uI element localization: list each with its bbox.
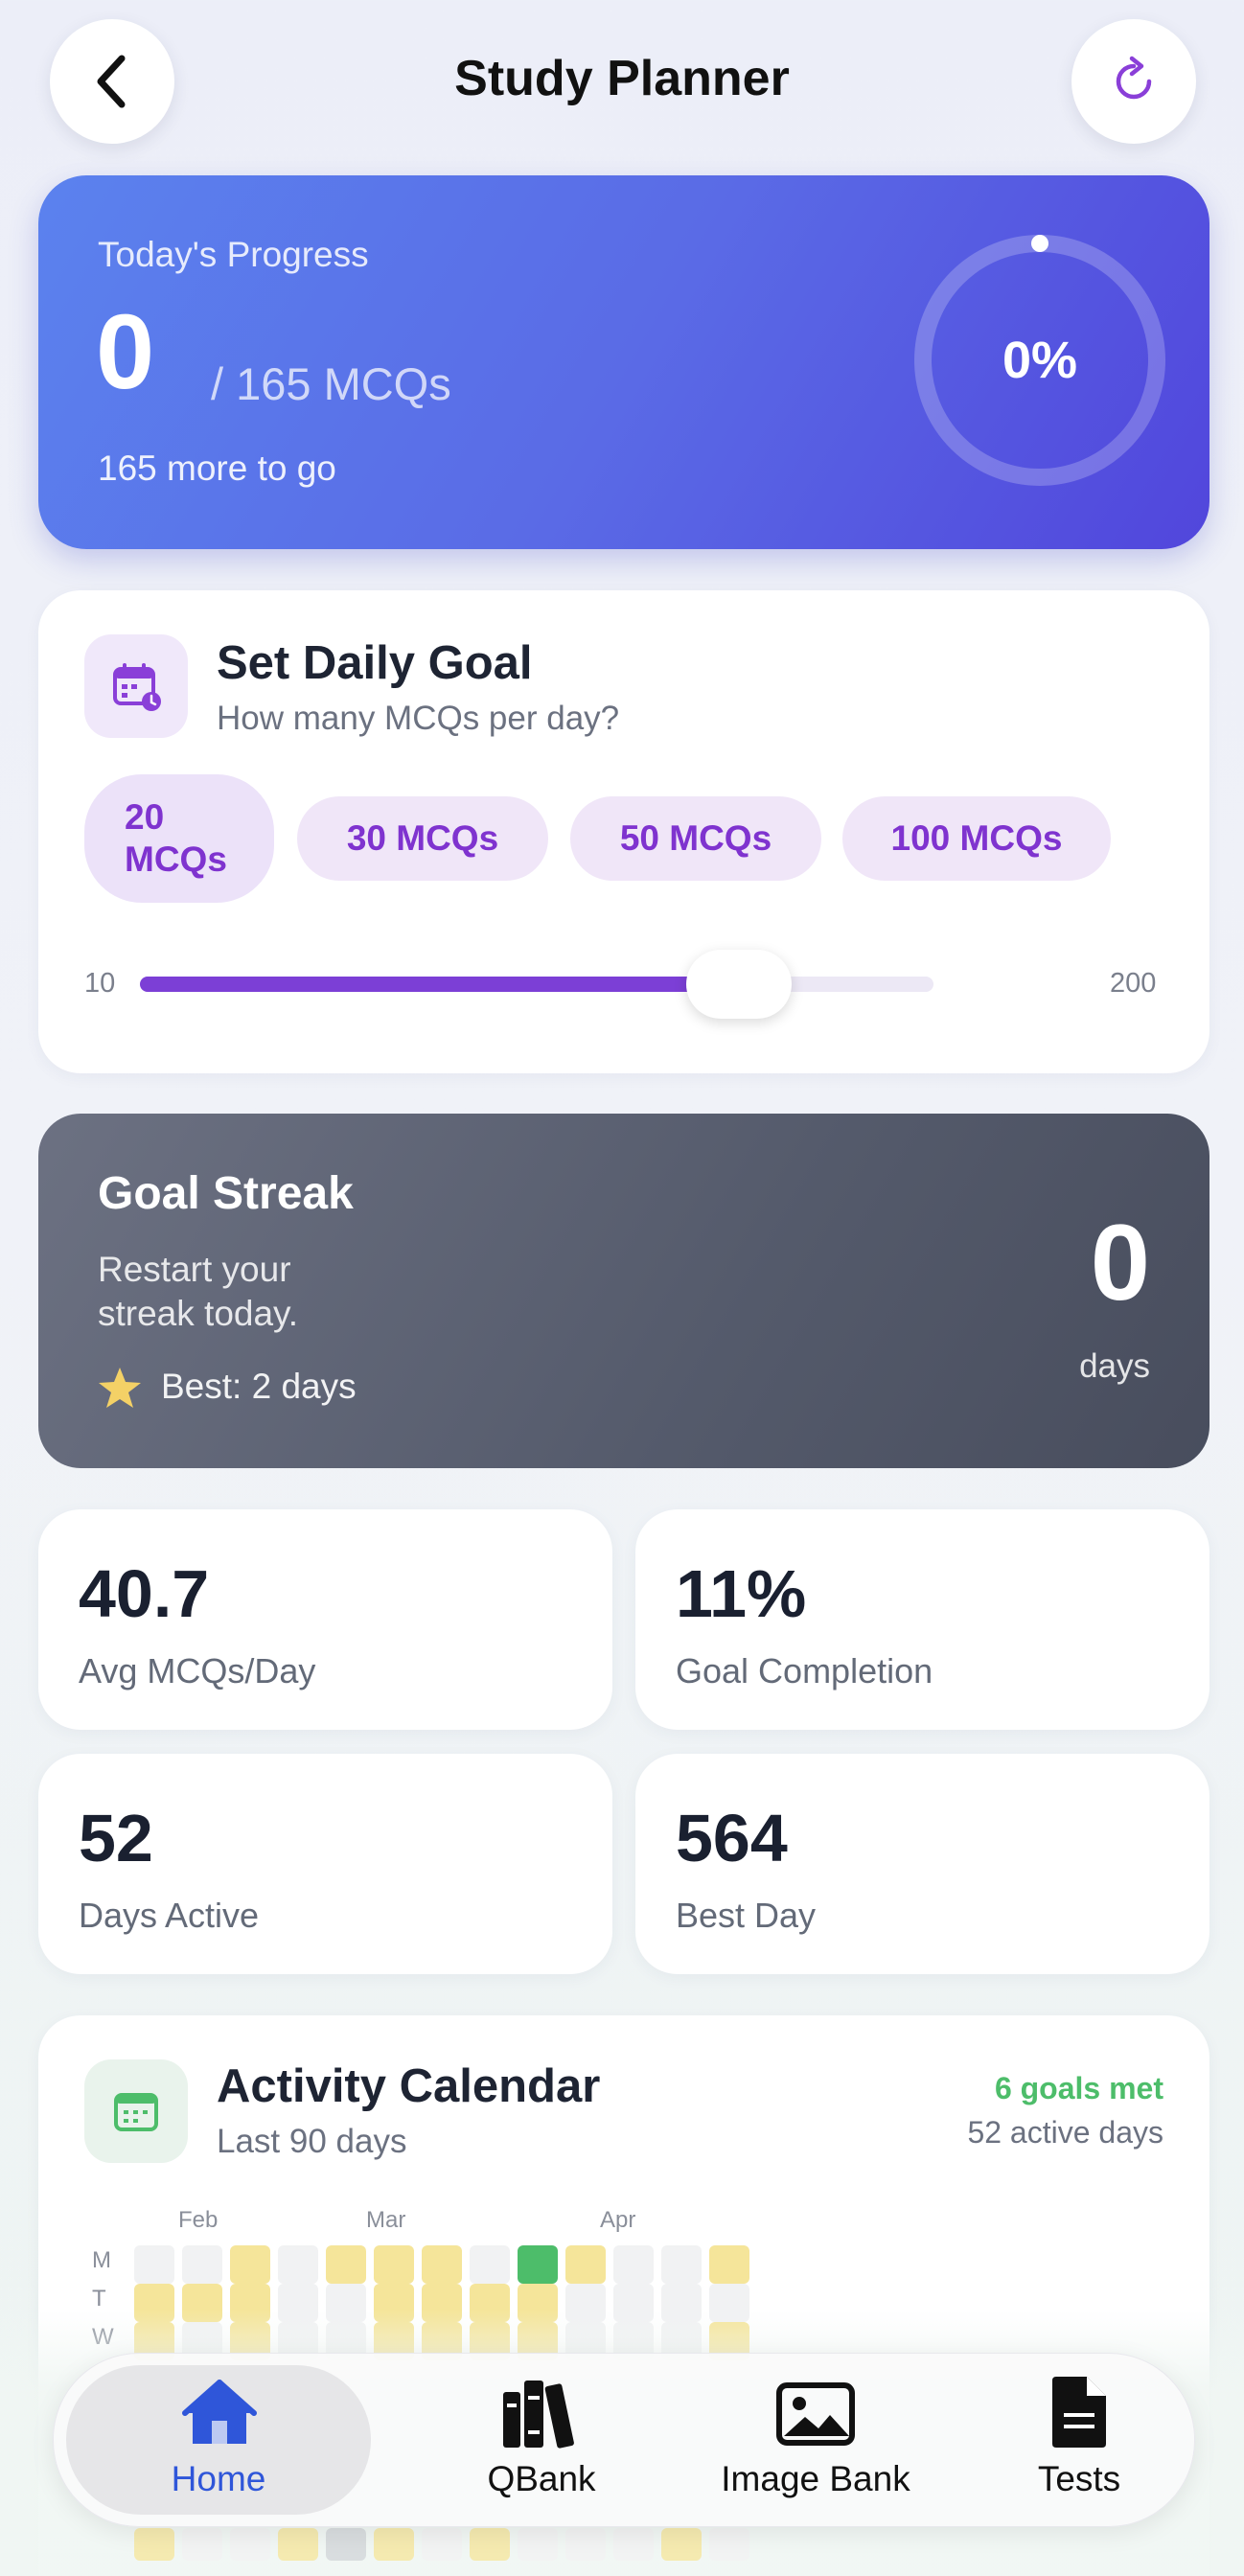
nav-tests-label: Tests — [1037, 2459, 1121, 2498]
calendar-day-cell — [709, 2528, 749, 2561]
calendar-subtitle: Last 90 days — [217, 2123, 407, 2160]
calendar-day-cell — [374, 2245, 414, 2284]
refresh-icon — [1116, 56, 1152, 100]
calendar-day-cell — [709, 2245, 749, 2284]
goal-chip-20-line1: 20 — [125, 796, 165, 837]
goal-chip-100[interactable]: 100 MCQs — [842, 796, 1111, 881]
calendar-day-cell — [278, 2245, 318, 2284]
page-title: Study Planner — [454, 51, 790, 106]
progress-card: Today's Progress 0 / 165 MCQs 165 more t… — [38, 175, 1209, 549]
streak-message-line2: streak today. — [98, 1294, 299, 1333]
calendar-day-cell — [134, 2245, 174, 2284]
calendar-day-cell — [230, 2528, 270, 2561]
goal-chip-50[interactable]: 50 MCQs — [570, 796, 821, 881]
streak-title: Goal Streak — [98, 1168, 354, 1219]
slider-min-label: 10 — [84, 968, 116, 999]
image-icon — [776, 2382, 855, 2446]
stat-card-days-active: 52 Days Active — [38, 1754, 612, 1974]
star-icon — [99, 1368, 141, 1408]
goal-chip-20-line2: MCQs — [125, 840, 227, 879]
calendar-day-cell — [470, 2245, 510, 2284]
calendar-day-cell — [470, 2528, 510, 2561]
goal-chip-30[interactable]: 30 MCQs — [297, 796, 548, 881]
active-days: 52 active days — [967, 2115, 1163, 2150]
daily-goal-title: Set Daily Goal — [217, 637, 533, 689]
month-label: Mar — [366, 2207, 406, 2233]
books-icon — [503, 2380, 574, 2449]
calendar-day-cell — [661, 2245, 702, 2284]
streak-count: 0 — [1090, 1203, 1150, 1322]
calendar-day-cell — [374, 2528, 414, 2561]
calendar-title: Activity Calendar — [217, 2060, 601, 2112]
progress-remaining: 165 more to go — [98, 448, 336, 488]
progress-percent: 0% — [1002, 332, 1078, 389]
calendar-day-cell — [613, 2245, 654, 2284]
document-icon — [1052, 2377, 1106, 2448]
stat-label: Avg MCQs/Day — [79, 1651, 316, 1690]
calendar-day-cell — [422, 2245, 462, 2284]
goal-slider-thumb[interactable] — [685, 950, 792, 1019]
nav-qbank-label: QBank — [487, 2459, 596, 2498]
calendar-clock-icon — [84, 634, 188, 738]
calendar-day-cell — [230, 2245, 270, 2284]
calendar-day-cell — [422, 2528, 462, 2561]
progress-total: / 165 MCQs — [211, 358, 451, 409]
home-icon — [182, 2380, 257, 2444]
refresh-button[interactable] — [1071, 19, 1196, 144]
calendar-day-cell — [134, 2528, 174, 2561]
daily-goal-card: Set Daily Goal How many MCQs per day? 20… — [38, 590, 1209, 1073]
stat-card-avg: 40.7 Avg MCQs/Day — [38, 1509, 612, 1730]
stat-value: 40.7 — [79, 1556, 210, 1631]
progress-done-count: 0 — [96, 293, 155, 411]
calendar-day-cell — [182, 2528, 222, 2561]
goal-chip-20[interactable]: 20 MCQs — [84, 774, 274, 903]
weekday-label: M — [92, 2247, 111, 2273]
bottom-nav: Home QBank Image Bank Tests — [53, 2353, 1195, 2527]
month-label: Feb — [178, 2207, 219, 2233]
streak-unit: days — [1079, 1347, 1150, 1385]
goal-streak-card: Goal Streak Restart your streak today. B… — [38, 1114, 1209, 1468]
calendar-day-cell — [182, 2245, 222, 2284]
stat-label: Days Active — [79, 1896, 260, 1935]
nav-image-bank[interactable]: Image Bank — [667, 2354, 964, 2526]
calendar-day-cell — [278, 2528, 318, 2561]
nav-image-bank-label: Image Bank — [721, 2459, 910, 2498]
stat-label: Best Day — [676, 1896, 817, 1935]
calendar-day-cell — [518, 2528, 558, 2561]
stat-card-best-day: 564 Best Day — [635, 1754, 1209, 1974]
calendar-day-cell — [565, 2245, 606, 2284]
stat-value: 564 — [676, 1801, 788, 1875]
nav-home[interactable]: Home — [66, 2354, 371, 2526]
weekday-label: T — [92, 2286, 106, 2312]
daily-goal-subtitle: How many MCQs per day? — [217, 700, 620, 737]
calendar-icon — [84, 2059, 188, 2163]
stat-card-goal-completion: 11% Goal Completion — [635, 1509, 1209, 1730]
slider-max-label: 200 — [1110, 968, 1157, 999]
stat-value: 11% — [676, 1556, 807, 1631]
streak-message-line1: Restart your — [98, 1250, 291, 1289]
streak-best: Best: 2 days — [161, 1367, 357, 1406]
nav-qbank[interactable]: QBank — [427, 2354, 656, 2526]
progress-label: Today's Progress — [98, 235, 369, 274]
calendar-day-cell — [326, 2245, 366, 2284]
calendar-day-cell — [518, 2245, 558, 2284]
nav-home-label: Home — [171, 2459, 266, 2498]
calendar-day-cell — [326, 2528, 366, 2561]
nav-tests[interactable]: Tests — [983, 2354, 1175, 2526]
month-label: Apr — [600, 2207, 636, 2233]
stat-label: Goal Completion — [676, 1651, 933, 1690]
goals-met: 6 goals met — [994, 2071, 1163, 2105]
goal-slider-fill — [140, 977, 696, 992]
calendar-day-cell — [613, 2528, 654, 2561]
stat-value: 52 — [79, 1801, 153, 1875]
calendar-day-cell — [661, 2528, 702, 2561]
calendar-day-cell — [565, 2528, 606, 2561]
